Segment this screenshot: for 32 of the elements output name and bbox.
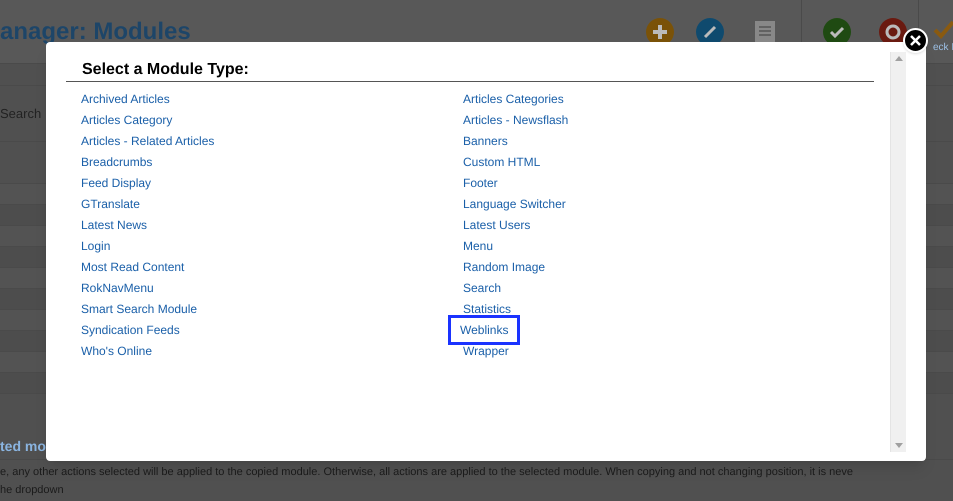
close-icon bbox=[910, 35, 921, 46]
module-type-link[interactable]: Weblinks bbox=[451, 318, 518, 342]
module-type-link[interactable]: RokNavMenu bbox=[81, 280, 154, 296]
module-type-link[interactable]: Footer bbox=[463, 174, 498, 190]
module-type-link[interactable]: Wrapper bbox=[463, 342, 509, 358]
module-type-link[interactable]: Statistics bbox=[463, 300, 512, 316]
module-type-link[interactable]: Latest News bbox=[81, 216, 148, 232]
module-type-link[interactable]: Articles Categories bbox=[463, 90, 564, 106]
module-type-link[interactable]: Articles - Related Articles bbox=[81, 132, 214, 148]
module-type-link[interactable]: Articles Category bbox=[81, 112, 172, 128]
module-type-link[interactable]: Banners bbox=[463, 132, 508, 148]
module-type-link[interactable]: Search bbox=[463, 280, 502, 296]
module-type-link[interactable]: Breadcrumbs bbox=[81, 154, 152, 170]
module-type-link[interactable]: Feed Display bbox=[81, 174, 152, 190]
section-heading: ted mo bbox=[0, 437, 46, 456]
modal-title: Select a Module Type: bbox=[82, 60, 249, 80]
module-type-link[interactable]: Login bbox=[81, 238, 110, 254]
module-type-link[interactable]: Syndication Feeds bbox=[81, 322, 180, 338]
module-type-link[interactable]: Latest Users bbox=[463, 216, 530, 232]
module-type-link[interactable]: Smart Search Module bbox=[81, 300, 198, 316]
module-type-link[interactable]: Most Read Content bbox=[81, 258, 184, 274]
toolbar-label: eck I bbox=[933, 41, 953, 55]
module-type-link[interactable]: Archived Articles bbox=[81, 90, 170, 106]
module-type-link[interactable]: Menu bbox=[463, 238, 494, 254]
module-type-link[interactable]: Random Image bbox=[463, 258, 546, 274]
module-type-link[interactable]: Language Switcher bbox=[463, 196, 566, 212]
module-type-link[interactable]: GTranslate bbox=[81, 196, 140, 212]
module-type-link[interactable]: Who's Online bbox=[81, 342, 152, 358]
module-type-link[interactable]: Custom HTML bbox=[463, 154, 540, 170]
module-type-link[interactable]: Articles - Newsflash bbox=[463, 112, 568, 128]
page-title: anager: Modules bbox=[0, 16, 191, 46]
checkmark-icon[interactable] bbox=[933, 18, 953, 40]
